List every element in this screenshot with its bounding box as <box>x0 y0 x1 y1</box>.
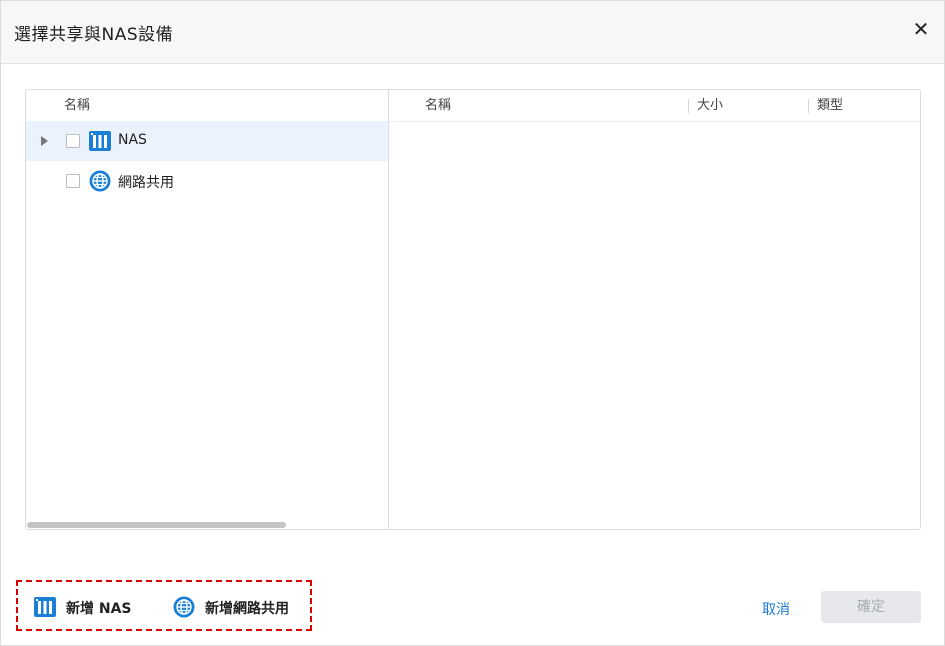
add-source-group: 新增 NAS 新增網路共用 <box>16 580 312 631</box>
details-column-header: 名稱 大小 類型 <box>388 90 920 122</box>
expand-arrow-icon[interactable] <box>41 136 48 146</box>
nas-icon <box>89 131 111 151</box>
add-nas-label: 新增 NAS <box>66 601 132 617</box>
column-divider[interactable] <box>808 99 809 113</box>
close-icon[interactable]: ✕ <box>910 18 932 40</box>
globe-icon <box>89 170 111 192</box>
add-network-share-label: 新增網路共用 <box>205 601 289 617</box>
dialog-title: 選擇共享與NAS設備 <box>14 25 174 45</box>
tree-column-header: 名稱 <box>26 90 388 122</box>
confirm-button[interactable]: 確定 <box>821 591 921 623</box>
network-share-checkbox[interactable] <box>66 174 80 188</box>
tree-item-nas[interactable]: NAS <box>26 121 388 161</box>
cancel-button[interactable]: 取消 <box>762 599 790 619</box>
tree-column-name: 名稱 <box>64 98 91 113</box>
select-share-dialog: 選擇共享與NAS設備 ✕ 名稱 NAS 網路共用 名稱 大小 類型 新增 NAS… <box>0 0 945 646</box>
tree-item-label: NAS <box>118 132 147 148</box>
tree-pane: 名稱 NAS 網路共用 <box>26 90 389 529</box>
tree-item-network-share[interactable]: 網路共用 <box>26 161 388 201</box>
browser-panel: 名稱 NAS 網路共用 名稱 大小 類型 <box>25 89 921 530</box>
column-divider[interactable] <box>688 99 689 113</box>
details-column-size[interactable]: 大小 <box>697 90 723 121</box>
details-column-type[interactable]: 類型 <box>817 90 843 121</box>
details-column-name[interactable]: 名稱 <box>425 90 451 121</box>
tree-item-label: 網路共用 <box>118 175 174 191</box>
horizontal-scrollbar[interactable] <box>27 522 286 528</box>
dialog-header: 選擇共享與NAS設備 ✕ <box>1 1 944 64</box>
nas-icon <box>34 597 56 617</box>
globe-icon <box>173 596 195 618</box>
nas-checkbox[interactable] <box>66 134 80 148</box>
details-pane: 名稱 大小 類型 <box>388 90 920 529</box>
